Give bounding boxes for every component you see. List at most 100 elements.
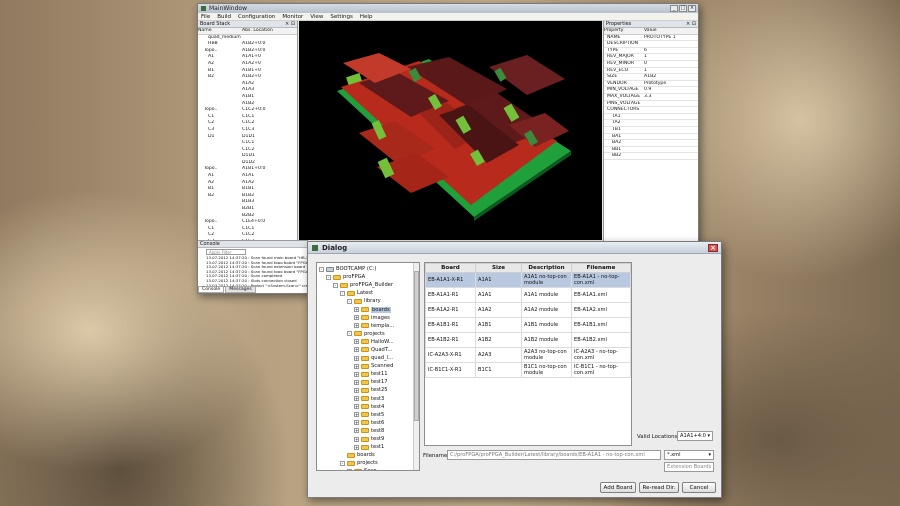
board-stack-row[interactable]: Topo.. A1B2+0:0: [198, 48, 297, 55]
col-property[interactable]: Property: [604, 28, 638, 34]
col-name[interactable]: Name: [198, 28, 236, 34]
board-stack-row[interactable]: D1 D1D1: [198, 134, 297, 141]
console-filter-input[interactable]: Apply Filter: [206, 249, 246, 255]
directory-tree[interactable]: - BOOTCAMP (C:) - proFPGA - proFPGA_Builder - L…: [316, 262, 420, 471]
menu-monitor[interactable]: Monitor: [282, 14, 303, 20]
board-stack-row[interactable]: C1C1: [198, 140, 297, 147]
collapse-icon[interactable]: -: [333, 282, 338, 288]
tree-node[interactable]: + images: [319, 314, 419, 322]
property-row[interactable]: TA2: [604, 120, 698, 127]
board-stack-row[interactable]: quad_medium: [198, 35, 297, 42]
collapse-icon[interactable]: -: [326, 274, 331, 280]
property-row[interactable]: NAME PROTOTYPE 1: [604, 35, 698, 42]
property-row[interactable]: MAX_VOLTAGE 3.3: [604, 94, 698, 101]
expand-icon[interactable]: +: [354, 404, 359, 410]
expand-icon[interactable]: +: [354, 428, 359, 434]
board-stack-row[interactable]: C1 C1C1: [198, 114, 297, 121]
property-row[interactable]: MIN_VOLTAGE 0.9: [604, 87, 698, 94]
property-row[interactable]: CONNECTORS: [604, 107, 698, 114]
board-stack-row[interactable]: Topo.. C1C2+0:0: [198, 107, 297, 114]
expand-icon[interactable]: +: [354, 436, 359, 442]
property-row[interactable]: BA1: [604, 134, 698, 141]
property-row[interactable]: REV_MINOR 0: [604, 61, 698, 68]
filter-type-select[interactable]: Extension Boards: [664, 462, 714, 472]
tree-node[interactable]: - projects: [319, 330, 419, 338]
tree-node[interactable]: - library: [319, 297, 419, 305]
tree-node[interactable]: + HalloW...: [319, 338, 419, 346]
th-board[interactable]: Board: [425, 263, 476, 273]
tree-node[interactable]: - Latest: [319, 289, 419, 297]
board-stack-row[interactable]: A1A2: [198, 81, 297, 88]
add-board-button[interactable]: Add Board: [600, 482, 636, 493]
collapse-icon[interactable]: -: [347, 298, 352, 304]
menu-configuration[interactable]: Configuration: [238, 14, 275, 20]
panel-close-icon[interactable]: × ⊡: [285, 21, 295, 27]
property-row[interactable]: SIZE A1B2: [604, 74, 698, 81]
expand-icon[interactable]: +: [354, 323, 359, 329]
board-stack-row[interactable]: C1 C1C1: [198, 226, 297, 233]
collapse-icon[interactable]: -: [319, 266, 324, 272]
tree-node[interactable]: + test6: [319, 419, 419, 427]
collapse-icon[interactable]: -: [340, 460, 345, 466]
tree-node[interactable]: + test11: [319, 370, 419, 378]
expand-icon[interactable]: +: [354, 444, 359, 450]
expand-icon[interactable]: +: [354, 307, 359, 313]
minimize-icon[interactable]: _: [670, 5, 678, 12]
property-row[interactable]: BB1: [604, 147, 698, 154]
property-row[interactable]: TB1: [604, 127, 698, 134]
board-stack-row[interactable]: B2 A1B2+0: [198, 74, 297, 81]
property-row[interactable]: REV_ECO 1: [604, 68, 698, 75]
th-description[interactable]: Description: [521, 263, 572, 273]
expand-icon[interactable]: +: [354, 420, 359, 426]
tab-messages[interactable]: Messages: [225, 286, 256, 293]
th-size[interactable]: Size: [475, 263, 522, 273]
properties-close-icon[interactable]: × ⊡: [686, 21, 696, 27]
expand-icon[interactable]: +: [354, 412, 359, 418]
board-stack-row[interactable]: D1D1: [198, 153, 297, 160]
tree-node[interactable]: + boards: [319, 305, 419, 313]
board-stack-row[interactable]: A1 A1A1: [198, 173, 297, 180]
tree-node[interactable]: - proFPGA: [319, 273, 419, 281]
expand-icon[interactable]: +: [354, 355, 359, 361]
board-3d-viewport[interactable]: [299, 21, 602, 240]
board-stack-row[interactable]: B2 B1B2: [198, 193, 297, 200]
tree-node[interactable]: - proFPGA_Builder: [319, 281, 419, 289]
expand-icon[interactable]: +: [354, 339, 359, 345]
tree-node[interactable]: + test3: [319, 395, 419, 403]
filename-field[interactable]: C:/proFPGA/proFPGA_Builder/Latest/librar…: [447, 450, 661, 460]
board-stack-row[interactable]: C2 C1C2: [198, 120, 297, 127]
table-row[interactable]: EB-A1A1-R1 A1A1 A1A1 module EB-A1A1.xml: [425, 287, 631, 303]
tree-node[interactable]: + test1: [319, 443, 419, 451]
menu-view[interactable]: View: [310, 14, 323, 20]
property-row[interactable]: BB2: [604, 153, 698, 160]
property-row[interactable]: VENDOR Prototype: [604, 81, 698, 88]
property-row[interactable]: REV_MAJOR 1: [604, 54, 698, 61]
expand-icon[interactable]: +: [354, 371, 359, 377]
board-stack-row[interactable]: C3 C1C3: [198, 127, 297, 134]
expand-icon[interactable]: +: [354, 396, 359, 402]
tree-node[interactable]: + Scan: [319, 467, 419, 470]
table-row[interactable]: EB-A1B2-R1 A1B2 A1B2 module EB-A1B2.xml: [425, 332, 631, 348]
tree-node[interactable]: + quad_l...: [319, 354, 419, 362]
menu-settings[interactable]: Settings: [330, 14, 353, 20]
board-stack-row[interactable]: A1 A1A1+0: [198, 54, 297, 61]
close-icon[interactable]: ×: [688, 5, 696, 12]
collapse-icon[interactable]: -: [347, 331, 352, 337]
table-row[interactable]: IC-A2A3-X-R1 A2A3 A2A3 no-top-con module IC…: [425, 347, 631, 363]
property-row[interactable]: BA2: [604, 140, 698, 147]
property-row[interactable]: TYPE 6: [604, 48, 698, 55]
board-stack-row[interactable]: B1 B1B1: [198, 186, 297, 193]
board-stack-row[interactable]: C2 C1C2: [198, 232, 297, 239]
tree-node[interactable]: + test17: [319, 378, 419, 386]
dialog-titlebar[interactable]: Dialog ×: [308, 242, 721, 254]
tree-node[interactable]: - BOOTCAMP (C:): [319, 265, 419, 273]
board-stack-row[interactable]: A1B2: [198, 101, 297, 108]
menu-file[interactable]: File: [201, 14, 210, 20]
expand-icon[interactable]: +: [354, 363, 359, 369]
table-row[interactable]: IC-B1C1-X-R1 B1C1 B1C1 no-top-con module IC…: [425, 362, 631, 378]
maximize-icon[interactable]: □: [679, 5, 687, 12]
board-stack-row[interactable]: Topo.. C1E4+0:0: [198, 219, 297, 226]
tab-console[interactable]: Console: [198, 286, 225, 293]
expand-icon[interactable]: +: [354, 347, 359, 353]
expand-icon[interactable]: +: [347, 468, 352, 470]
